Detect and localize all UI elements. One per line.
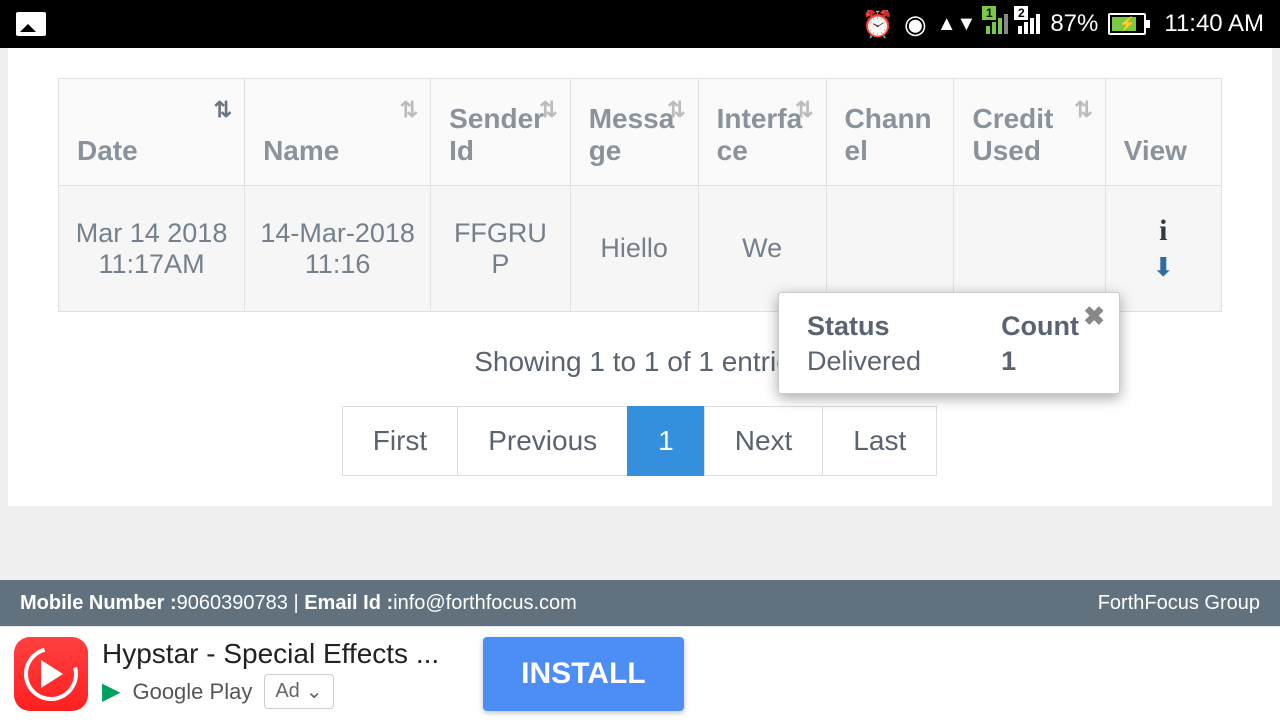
col-senderid[interactable]: ⇅SenderId [431, 79, 571, 186]
download-icon[interactable]: ⬇ [1120, 252, 1207, 283]
page-first[interactable]: First [342, 406, 458, 476]
alarm-icon: ⏰ [862, 9, 894, 40]
google-play-icon: ▶ [102, 677, 120, 706]
col-channel-label: Channel [845, 103, 932, 166]
main-content: ⇅Date ⇅Name ⇅SenderId ⇅Message ⇅Interfac… [8, 48, 1272, 506]
footer-sep: | [288, 592, 304, 615]
col-name[interactable]: ⇅ Name [245, 79, 431, 186]
data-arrows-icon: ▲▼ [937, 13, 977, 36]
col-view: View [1105, 79, 1221, 186]
battery-icon: ⚡ [1108, 13, 1146, 35]
footer-email-label: Email Id : [304, 592, 393, 615]
cell-message: Hiello [570, 186, 698, 312]
ad-app-icon [14, 637, 88, 711]
wifi-icon: ◉ [904, 9, 927, 40]
signal-sim2-icon: 2 [1018, 14, 1040, 34]
sort-icon: ⇅ [539, 97, 557, 123]
signal-sim1-icon: 1 [986, 14, 1008, 34]
page-footer: Mobile Number : 9060390783 | Email Id : … [0, 580, 1280, 626]
tooltip-status-value: Delivered [807, 346, 921, 377]
chevron-down-icon: ⌄ [306, 679, 323, 704]
col-name-label: Name [263, 135, 339, 166]
sort-desc-icon: ⇅ [214, 97, 232, 123]
cell-view: i ⬇ [1105, 186, 1221, 312]
cell-sender: FFGRUP [431, 186, 571, 312]
page-1[interactable]: 1 [627, 406, 705, 476]
pagination: First Previous 1 Next Last [58, 406, 1222, 476]
sort-icon: ⇅ [400, 97, 418, 123]
page-next[interactable]: Next [704, 406, 824, 476]
col-view-label: View [1124, 135, 1187, 166]
ad-badge-text: Ad [275, 680, 299, 703]
android-status-bar: ⏰ ◉ ▲▼ 1 2 87% ⚡ 11:40 AM [0, 0, 1280, 48]
gallery-icon [16, 12, 46, 36]
tooltip-count-label: Count [1001, 311, 1079, 342]
ad-badge[interactable]: Ad ⌄ [264, 674, 333, 709]
page-prev[interactable]: Previous [457, 406, 628, 476]
status-tooltip: ✖ Status Delivered Count 1 [778, 292, 1120, 394]
col-date[interactable]: ⇅ Date [59, 79, 245, 186]
tooltip-status-label: Status [807, 311, 921, 342]
ad-title: Hypstar - Special Effects ... [102, 638, 439, 670]
sort-icon: ⇅ [667, 97, 685, 123]
page-last[interactable]: Last [822, 406, 937, 476]
data-table: ⇅Date ⇅Name ⇅SenderId ⇅Message ⇅Interfac… [58, 78, 1222, 312]
battery-percent: 87% [1050, 10, 1098, 38]
footer-brand: ForthFocus Group [1098, 592, 1260, 615]
col-interface[interactable]: ⇅Interface [698, 79, 826, 186]
col-credit[interactable]: ⇅ Credit Used [954, 79, 1105, 186]
col-interface-label: Interface [717, 103, 803, 166]
sort-icon: ⇅ [795, 97, 813, 123]
col-date-label: Date [77, 135, 138, 166]
tooltip-count-value: 1 [1001, 346, 1079, 377]
col-message[interactable]: ⇅Message [570, 79, 698, 186]
info-icon[interactable]: i [1159, 214, 1167, 247]
cell-date: Mar 14 2018 11:17AM [59, 186, 245, 312]
col-channel[interactable]: Channel [826, 79, 954, 186]
ad-store: Google Play [132, 679, 252, 705]
footer-email: info@forthfocus.com [393, 592, 577, 615]
install-button[interactable]: INSTALL [483, 637, 683, 711]
close-icon[interactable]: ✖ [1083, 301, 1105, 332]
col-credit-label: Credit Used [972, 103, 1053, 166]
footer-mobile: 9060390783 [177, 592, 288, 615]
ad-banner[interactable]: Hypstar - Special Effects ... ▶ Google P… [0, 626, 1280, 720]
col-senderid-label: SenderId [449, 103, 544, 166]
footer-mobile-label: Mobile Number : [20, 592, 177, 615]
clock: 11:40 AM [1164, 10, 1264, 38]
sort-icon: ⇅ [1074, 97, 1092, 123]
col-message-label: Message [589, 103, 675, 166]
cell-name: 14-Mar-2018 11:16 [245, 186, 431, 312]
